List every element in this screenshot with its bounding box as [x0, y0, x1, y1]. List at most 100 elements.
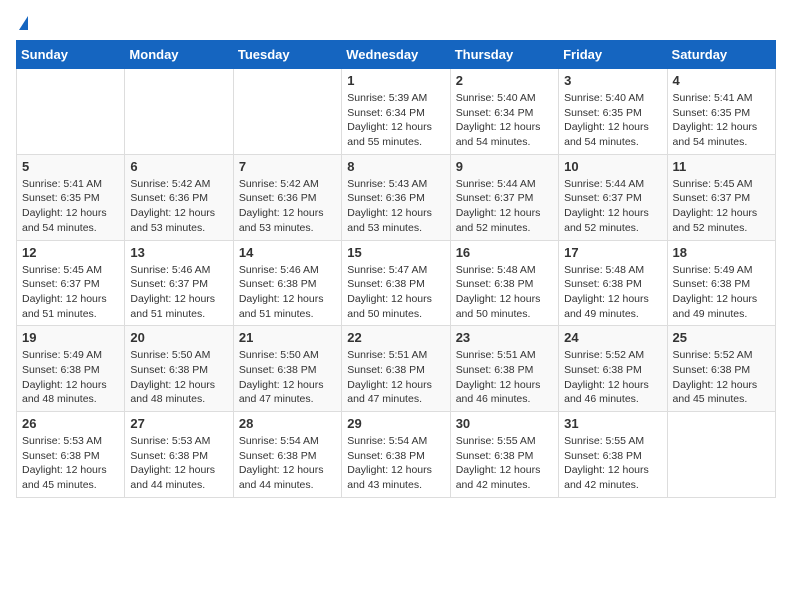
calendar-cell	[233, 69, 341, 155]
day-info: Sunrise: 5:51 AMSunset: 6:38 PMDaylight:…	[347, 348, 444, 407]
day-number: 24	[564, 330, 661, 345]
day-number: 25	[673, 330, 770, 345]
day-number: 16	[456, 245, 553, 260]
day-info: Sunrise: 5:48 AMSunset: 6:38 PMDaylight:…	[456, 263, 553, 322]
weekday-header-sunday: Sunday	[17, 41, 125, 69]
calendar-cell: 6 Sunrise: 5:42 AMSunset: 6:36 PMDaylight…	[125, 154, 233, 240]
day-info: Sunrise: 5:50 AMSunset: 6:38 PMDaylight:…	[239, 348, 336, 407]
day-info: Sunrise: 5:51 AMSunset: 6:38 PMDaylight:…	[456, 348, 553, 407]
day-number: 11	[673, 159, 770, 174]
day-info: Sunrise: 5:55 AMSunset: 6:38 PMDaylight:…	[564, 434, 661, 493]
day-info: Sunrise: 5:43 AMSunset: 6:36 PMDaylight:…	[347, 177, 444, 236]
day-number: 9	[456, 159, 553, 174]
day-info: Sunrise: 5:44 AMSunset: 6:37 PMDaylight:…	[456, 177, 553, 236]
weekday-header-friday: Friday	[559, 41, 667, 69]
calendar-cell: 30 Sunrise: 5:55 AMSunset: 6:38 PMDayligh…	[450, 412, 558, 498]
logo	[16, 16, 28, 28]
day-info: Sunrise: 5:53 AMSunset: 6:38 PMDaylight:…	[22, 434, 119, 493]
calendar-cell: 14 Sunrise: 5:46 AMSunset: 6:38 PMDayligh…	[233, 240, 341, 326]
calendar-cell: 20 Sunrise: 5:50 AMSunset: 6:38 PMDayligh…	[125, 326, 233, 412]
page-header	[16, 16, 776, 28]
calendar-cell: 16 Sunrise: 5:48 AMSunset: 6:38 PMDayligh…	[450, 240, 558, 326]
day-info: Sunrise: 5:54 AMSunset: 6:38 PMDaylight:…	[347, 434, 444, 493]
weekday-header-monday: Monday	[125, 41, 233, 69]
day-info: Sunrise: 5:40 AMSunset: 6:35 PMDaylight:…	[564, 91, 661, 150]
calendar-cell: 25 Sunrise: 5:52 AMSunset: 6:38 PMDayligh…	[667, 326, 775, 412]
calendar-cell: 18Sunrise: 5:49 AMSunset: 6:38 PMDayligh…	[667, 240, 775, 326]
day-number: 5	[22, 159, 119, 174]
day-number: 6	[130, 159, 227, 174]
day-info: Sunrise: 5:46 AMSunset: 6:38 PMDaylight:…	[239, 263, 336, 322]
calendar-cell: 2Sunrise: 5:40 AMSunset: 6:34 PMDaylight…	[450, 69, 558, 155]
calendar-cell: 21 Sunrise: 5:50 AMSunset: 6:38 PMDayligh…	[233, 326, 341, 412]
day-info: Sunrise: 5:42 AMSunset: 6:36 PMDaylight:…	[239, 177, 336, 236]
day-info: Sunrise: 5:54 AMSunset: 6:38 PMDaylight:…	[239, 434, 336, 493]
weekday-header-thursday: Thursday	[450, 41, 558, 69]
calendar-cell: 4 Sunrise: 5:41 AMSunset: 6:35 PMDaylight…	[667, 69, 775, 155]
calendar-week-row: 19 Sunrise: 5:49 AMSunset: 6:38 PMDayligh…	[17, 326, 776, 412]
day-info: Sunrise: 5:39 AMSunset: 6:34 PMDaylight:…	[347, 91, 444, 150]
day-number: 26	[22, 416, 119, 431]
day-number: 19	[22, 330, 119, 345]
day-number: 30	[456, 416, 553, 431]
calendar-cell: 15Sunrise: 5:47 AMSunset: 6:38 PMDayligh…	[342, 240, 450, 326]
calendar-cell: 29 Sunrise: 5:54 AMSunset: 6:38 PMDayligh…	[342, 412, 450, 498]
day-info: Sunrise: 5:45 AMSunset: 6:37 PMDaylight:…	[673, 177, 770, 236]
day-info: Sunrise: 5:41 AMSunset: 6:35 PMDaylight:…	[22, 177, 119, 236]
logo-triangle-icon	[19, 16, 28, 30]
day-number: 8	[347, 159, 444, 174]
day-info: Sunrise: 5:50 AMSunset: 6:38 PMDaylight:…	[130, 348, 227, 407]
calendar-cell: 11 Sunrise: 5:45 AMSunset: 6:37 PMDayligh…	[667, 154, 775, 240]
day-number: 14	[239, 245, 336, 260]
day-info: Sunrise: 5:52 AMSunset: 6:38 PMDaylight:…	[673, 348, 770, 407]
day-info: Sunrise: 5:55 AMSunset: 6:38 PMDaylight:…	[456, 434, 553, 493]
calendar-cell: 8 Sunrise: 5:43 AMSunset: 6:36 PMDaylight…	[342, 154, 450, 240]
calendar-cell: 22 Sunrise: 5:51 AMSunset: 6:38 PMDayligh…	[342, 326, 450, 412]
calendar-cell: 27Sunrise: 5:53 AMSunset: 6:38 PMDayligh…	[125, 412, 233, 498]
calendar-cell: 10 Sunrise: 5:44 AMSunset: 6:37 PMDayligh…	[559, 154, 667, 240]
day-info: Sunrise: 5:44 AMSunset: 6:37 PMDaylight:…	[564, 177, 661, 236]
calendar-cell: 26 Sunrise: 5:53 AMSunset: 6:38 PMDayligh…	[17, 412, 125, 498]
day-number: 28	[239, 416, 336, 431]
calendar-cell	[667, 412, 775, 498]
day-info: Sunrise: 5:46 AMSunset: 6:37 PMDaylight:…	[130, 263, 227, 322]
day-number: 21	[239, 330, 336, 345]
day-number: 1	[347, 73, 444, 88]
weekday-header-wednesday: Wednesday	[342, 41, 450, 69]
day-info: Sunrise: 5:42 AMSunset: 6:36 PMDaylight:…	[130, 177, 227, 236]
calendar-table: SundayMondayTuesdayWednesdayThursdayFrid…	[16, 40, 776, 498]
day-number: 7	[239, 159, 336, 174]
day-number: 22	[347, 330, 444, 345]
day-number: 4	[673, 73, 770, 88]
day-number: 17	[564, 245, 661, 260]
day-number: 20	[130, 330, 227, 345]
calendar-week-row: 26 Sunrise: 5:53 AMSunset: 6:38 PMDayligh…	[17, 412, 776, 498]
calendar-cell	[17, 69, 125, 155]
weekday-header-row: SundayMondayTuesdayWednesdayThursdayFrid…	[17, 41, 776, 69]
calendar-week-row: 1 Sunrise: 5:39 AMSunset: 6:34 PMDaylight…	[17, 69, 776, 155]
day-info: Sunrise: 5:49 AMSunset: 6:38 PMDaylight:…	[673, 263, 770, 322]
calendar-cell: 7 Sunrise: 5:42 AMSunset: 6:36 PMDaylight…	[233, 154, 341, 240]
day-info: Sunrise: 5:53 AMSunset: 6:38 PMDaylight:…	[130, 434, 227, 493]
day-info: Sunrise: 5:45 AMSunset: 6:37 PMDaylight:…	[22, 263, 119, 322]
day-info: Sunrise: 5:49 AMSunset: 6:38 PMDaylight:…	[22, 348, 119, 407]
calendar-cell	[125, 69, 233, 155]
weekday-header-tuesday: Tuesday	[233, 41, 341, 69]
calendar-cell: 1 Sunrise: 5:39 AMSunset: 6:34 PMDaylight…	[342, 69, 450, 155]
calendar-cell: 24 Sunrise: 5:52 AMSunset: 6:38 PMDayligh…	[559, 326, 667, 412]
day-info: Sunrise: 5:41 AMSunset: 6:35 PMDaylight:…	[673, 91, 770, 150]
day-number: 29	[347, 416, 444, 431]
day-info: Sunrise: 5:52 AMSunset: 6:38 PMDaylight:…	[564, 348, 661, 407]
day-number: 10	[564, 159, 661, 174]
calendar-cell: 19 Sunrise: 5:49 AMSunset: 6:38 PMDayligh…	[17, 326, 125, 412]
calendar-cell: 17Sunrise: 5:48 AMSunset: 6:38 PMDayligh…	[559, 240, 667, 326]
calendar-cell: 13Sunrise: 5:46 AMSunset: 6:37 PMDayligh…	[125, 240, 233, 326]
calendar-cell: 28 Sunrise: 5:54 AMSunset: 6:38 PMDayligh…	[233, 412, 341, 498]
calendar-cell: 3Sunrise: 5:40 AMSunset: 6:35 PMDaylight…	[559, 69, 667, 155]
calendar-cell: 5 Sunrise: 5:41 AMSunset: 6:35 PMDaylight…	[17, 154, 125, 240]
day-number: 23	[456, 330, 553, 345]
day-info: Sunrise: 5:40 AMSunset: 6:34 PMDaylight:…	[456, 91, 553, 150]
weekday-header-saturday: Saturday	[667, 41, 775, 69]
calendar-week-row: 5 Sunrise: 5:41 AMSunset: 6:35 PMDaylight…	[17, 154, 776, 240]
calendar-week-row: 12Sunrise: 5:45 AMSunset: 6:37 PMDayligh…	[17, 240, 776, 326]
